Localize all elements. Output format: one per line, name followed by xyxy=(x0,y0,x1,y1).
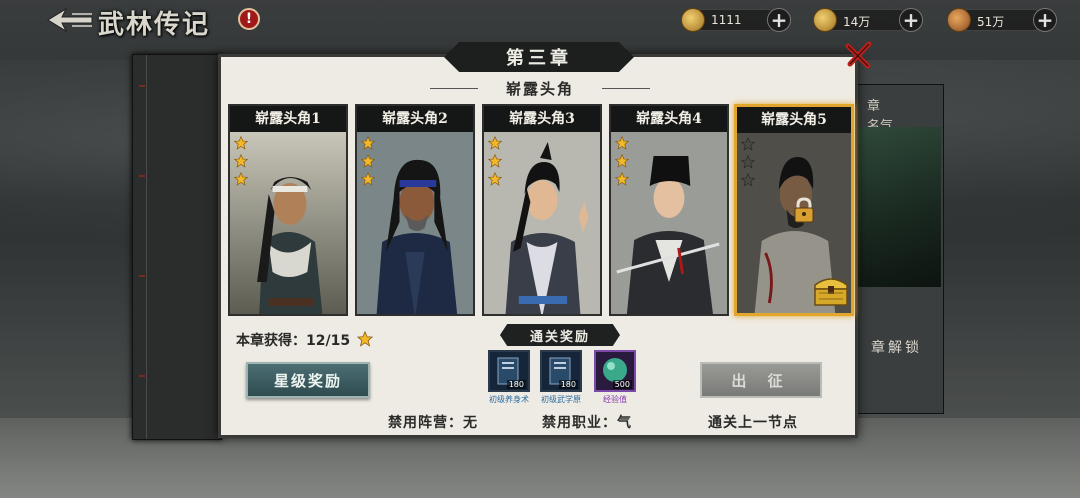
next-chapter-unlock: 章解锁 xyxy=(871,340,922,356)
reward-item-1[interactable]: 180 xyxy=(488,350,530,392)
stage-card-4[interactable]: 崭露头角4 xyxy=(609,104,729,316)
coin-value: 14万 xyxy=(843,15,871,29)
coin-resource: 14万 + xyxy=(813,8,923,32)
reward-name: 经验值 xyxy=(603,395,627,404)
star-icon xyxy=(361,136,375,150)
stage-card-5[interactable]: 崭露头角5 xyxy=(734,104,854,316)
book-stitch xyxy=(139,85,145,87)
add-coin-button[interactable]: + xyxy=(899,8,923,32)
ingot-resource: 1111 + xyxy=(681,8,791,32)
empty-star-icon xyxy=(741,173,755,187)
class-restriction: 禁用职业：气 xyxy=(542,415,632,431)
alert-icon[interactable]: ! xyxy=(238,8,260,30)
stage-stars xyxy=(741,137,755,191)
page-title: 武林传记 xyxy=(98,10,211,40)
stage-name: 崭露头角4 xyxy=(611,106,727,132)
ingot-value: 1111 xyxy=(711,13,742,27)
go-battle-button[interactable]: 出 征 xyxy=(700,362,822,398)
chapter-title: 第三章 xyxy=(506,48,572,69)
top-bar: 武林传记 ! 1111 + 14万 + 51万 + xyxy=(0,0,1080,40)
stage-card-1[interactable]: 崭露头角1 xyxy=(228,104,348,316)
star-icon xyxy=(234,154,248,168)
star-icon xyxy=(488,136,502,150)
treasure-chest-icon[interactable] xyxy=(811,271,851,307)
star-icon xyxy=(361,172,375,186)
divider xyxy=(602,88,650,89)
faction-restriction: 禁用阵营：无 xyxy=(388,415,478,431)
clear-reward-title: 通关奖励 xyxy=(529,329,590,345)
chapter-progress: 本章获得：12/15 xyxy=(236,330,373,351)
close-icon[interactable] xyxy=(844,40,874,70)
reward-item-2[interactable]: 180 xyxy=(540,350,582,392)
stage-stars xyxy=(615,136,629,190)
money-bag-value: 51万 xyxy=(977,15,1005,29)
next-chapter-label: 章 xyxy=(867,99,881,114)
book-stitch xyxy=(139,175,145,177)
lock-icon xyxy=(794,197,814,223)
star-icon xyxy=(615,136,629,150)
reward-qty: 180 xyxy=(558,380,578,389)
star-icon xyxy=(356,331,373,347)
book-stitch xyxy=(139,375,145,377)
stage-name: 崭露头角2 xyxy=(357,106,473,132)
progress-label: 本章获得：12/15 xyxy=(236,333,351,349)
back-arrow-icon[interactable] xyxy=(44,6,94,34)
stage-name: 崭露头角1 xyxy=(230,106,346,132)
coin-icon xyxy=(813,8,837,32)
unlock-hint: 通关上一节点 xyxy=(708,415,798,431)
stage-card-3[interactable]: 崭露头角3 xyxy=(482,104,602,316)
money-bag-resource: 51万 + xyxy=(947,8,1057,32)
next-chapter-image xyxy=(857,127,941,287)
chapter-subtitle-row: 崭露头角 xyxy=(430,78,650,98)
stage-stars xyxy=(488,136,502,190)
stage-card-2[interactable]: 崭露头角2 xyxy=(355,104,475,316)
empty-star-icon xyxy=(741,137,755,151)
star-icon xyxy=(615,154,629,168)
reward-qty: 500 xyxy=(612,380,632,389)
stage-name: 崭露头角5 xyxy=(737,107,851,133)
stage-stars xyxy=(234,136,248,190)
book-left-cover xyxy=(132,54,222,440)
money-bag-icon xyxy=(947,8,971,32)
stage-name: 崭露头角3 xyxy=(484,106,600,132)
add-ingot-button[interactable]: + xyxy=(767,8,791,32)
stage-stars xyxy=(361,136,375,190)
reward-name: 初级养身术 xyxy=(489,395,529,404)
reward-qty: 180 xyxy=(506,380,526,389)
star-icon xyxy=(234,136,248,150)
next-chapter-book[interactable]: 章 名气 章解锁 xyxy=(852,84,944,414)
book-spine xyxy=(137,55,147,439)
star-icon xyxy=(361,154,375,168)
star-reward-button[interactable]: 星级奖励 xyxy=(246,362,370,398)
star-icon xyxy=(234,172,248,186)
add-money-button[interactable]: + xyxy=(1033,8,1057,32)
reward-name: 初级武学原 xyxy=(541,395,581,404)
ingot-icon xyxy=(681,8,705,32)
empty-star-icon xyxy=(741,155,755,169)
star-icon xyxy=(488,172,502,186)
book-stitch xyxy=(139,275,145,277)
star-icon xyxy=(615,172,629,186)
reward-item-3[interactable]: 500 xyxy=(594,350,636,392)
star-icon xyxy=(488,154,502,168)
